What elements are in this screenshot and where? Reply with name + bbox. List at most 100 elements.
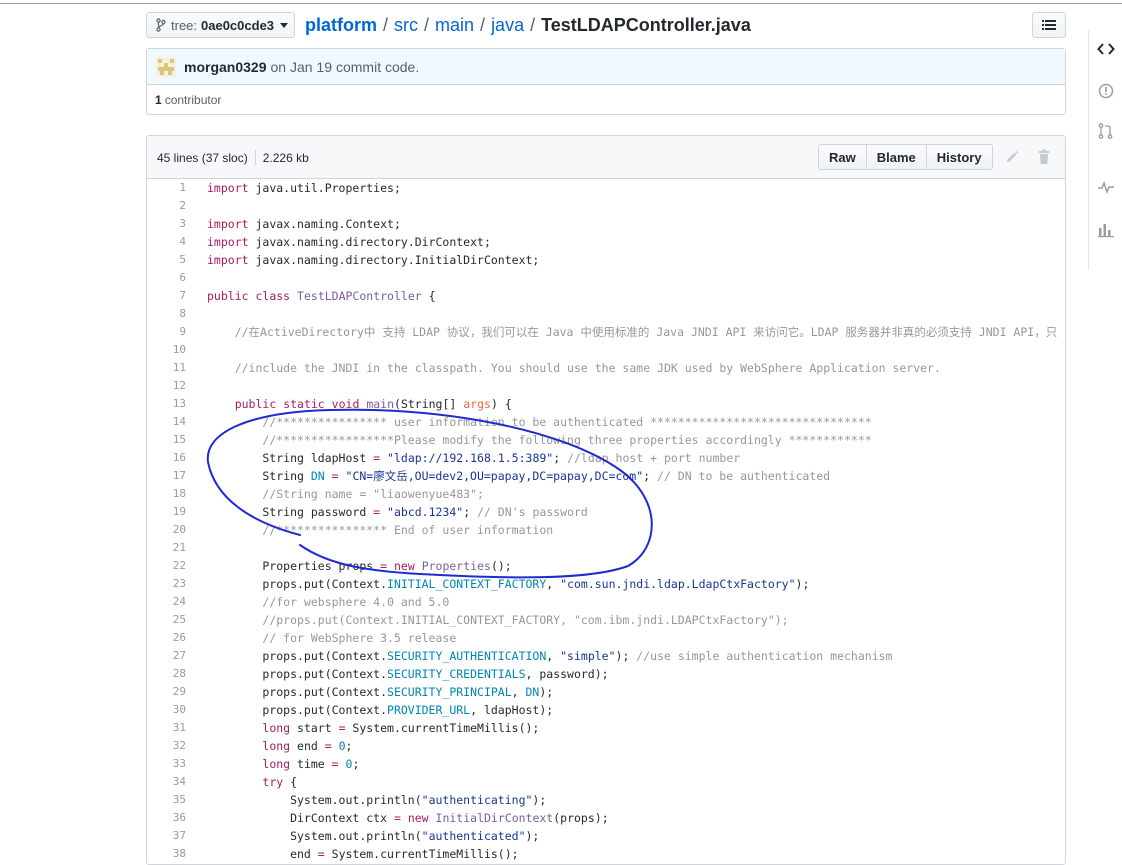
line-number[interactable]: 22 [147, 557, 197, 575]
line-number[interactable]: 9 [147, 323, 197, 341]
code-line: 21 [147, 539, 1065, 557]
code-token: (); [490, 559, 512, 573]
graph-icon[interactable] [1097, 220, 1115, 238]
code-token: java.util.Properties; [248, 181, 401, 195]
pull-request-icon[interactable] [1097, 122, 1115, 140]
line-number[interactable]: 26 [147, 629, 197, 647]
code-token: args [463, 397, 491, 411]
code-token: String [207, 469, 311, 483]
code-token: , password); [525, 667, 609, 681]
line-number[interactable]: 31 [147, 719, 197, 737]
line-number[interactable]: 15 [147, 431, 197, 449]
toc-button[interactable] [1032, 12, 1066, 38]
breadcrumb-main-link[interactable]: main [435, 15, 474, 36]
line-number[interactable]: 32 [147, 737, 197, 755]
line-number[interactable]: 6 [147, 269, 197, 287]
code-token: //props.put(Context.INITIAL_CONTEXT_FACT… [262, 613, 789, 627]
raw-button[interactable]: Raw [818, 144, 867, 170]
line-number[interactable]: 23 [147, 575, 197, 593]
code-icon[interactable] [1097, 40, 1115, 58]
code-token: //*****************Please modify the fol… [262, 433, 872, 447]
code-token: // for WebSphere 3.5 release [262, 631, 457, 645]
line-number[interactable]: 11 [147, 359, 197, 377]
trash-icon[interactable] [1036, 149, 1052, 165]
code-text: //**************** End of user informati… [197, 521, 1057, 539]
code-text: System.out.println("authenticating"); [197, 791, 1057, 809]
line-number[interactable]: 29 [147, 683, 197, 701]
code-line: 20 //**************** End of user inform… [147, 521, 1065, 539]
issue-icon[interactable] [1097, 82, 1115, 100]
breadcrumb-src-link[interactable]: src [394, 15, 418, 36]
code-token: System.currentTimeMillis(); [324, 847, 519, 861]
line-number[interactable]: 20 [147, 521, 197, 539]
line-number[interactable]: 36 [147, 809, 197, 827]
line-number[interactable]: 4 [147, 233, 197, 251]
avatar[interactable] [156, 56, 176, 77]
code-line: 24 //for websphere 4.0 and 5.0 [147, 593, 1065, 611]
code-token: import [207, 235, 249, 249]
code-token: // DN's password [477, 505, 588, 519]
code-token: = [393, 811, 401, 825]
code-line: 1 import java.util.Properties; [147, 179, 1065, 197]
line-number[interactable]: 19 [147, 503, 197, 521]
line-number[interactable]: 14 [147, 413, 197, 431]
line-number[interactable]: 16 [147, 449, 197, 467]
code-text: System.out.println("authenticated"); [197, 827, 1057, 845]
code-token: , ldapHost); [470, 703, 554, 717]
code-token: try [262, 775, 284, 789]
code-token: javax.naming.directory.InitialDirContext… [248, 253, 540, 267]
contributors-row[interactable]: 1 contributor [147, 85, 1065, 115]
code-line: 10 [147, 341, 1065, 359]
line-number[interactable]: 37 [147, 827, 197, 845]
line-number[interactable]: 34 [147, 773, 197, 791]
pencil-icon[interactable] [1004, 149, 1020, 165]
commit-message-link[interactable]: commit code. [336, 59, 419, 75]
breadcrumb-java-link[interactable]: java [491, 15, 524, 36]
code-line: 5 import javax.naming.directory.InitialDi… [147, 251, 1065, 269]
history-button[interactable]: History [925, 144, 993, 170]
line-number[interactable]: 30 [147, 701, 197, 719]
code-token: end [290, 739, 325, 753]
code-text: props.put(Context.SECURITY_PRINCIPAL, DN… [197, 683, 1057, 701]
code-text: // for WebSphere 3.5 release [197, 629, 1057, 647]
line-number[interactable]: 2 [147, 197, 197, 215]
line-number[interactable]: 17 [147, 467, 197, 485]
breadcrumb-repo-link[interactable]: platform [305, 15, 377, 36]
branch-selector-button[interactable]: tree: 0ae0c0cde3 [146, 12, 295, 38]
line-number[interactable]: 8 [147, 305, 197, 323]
file-viewer: 45 lines (37 sloc) 2.226 kb Raw Blame Hi… [146, 135, 1066, 865]
code-token: "CN=廖文岳,OU=dev2,OU=papay,DC=papay,DC=com… [345, 469, 644, 483]
line-number[interactable]: 27 [147, 647, 197, 665]
line-number[interactable]: 24 [147, 593, 197, 611]
pulse-icon[interactable] [1097, 178, 1115, 196]
code-token: ; [643, 469, 657, 483]
file-header: 45 lines (37 sloc) 2.226 kb Raw Blame Hi… [147, 136, 1065, 179]
line-number[interactable]: 35 [147, 791, 197, 809]
line-number[interactable]: 33 [147, 755, 197, 773]
line-number[interactable]: 5 [147, 251, 197, 269]
line-number[interactable]: 38 [147, 845, 197, 863]
code-token: class [255, 289, 291, 303]
line-number[interactable]: 28 [147, 665, 197, 683]
line-number[interactable]: 1 [147, 179, 197, 197]
line-number[interactable]: 3 [147, 215, 197, 233]
line-number[interactable]: 18 [147, 485, 197, 503]
line-number[interactable]: 7 [147, 287, 197, 305]
code-token: import [207, 217, 249, 231]
code-token: TestLDAPController [297, 289, 422, 303]
commit-author-link[interactable]: morgan0329 [184, 59, 266, 75]
line-number[interactable]: 13 [147, 395, 197, 413]
file-info-divider [254, 150, 256, 165]
code-token: = [331, 469, 339, 483]
line-number[interactable]: 25 [147, 611, 197, 629]
line-number[interactable]: 10 [147, 341, 197, 359]
line-number[interactable]: 12 [147, 377, 197, 395]
line-number[interactable]: 21 [147, 539, 197, 557]
code-token: InitialDirContext [435, 811, 554, 825]
blame-button[interactable]: Blame [865, 144, 927, 170]
